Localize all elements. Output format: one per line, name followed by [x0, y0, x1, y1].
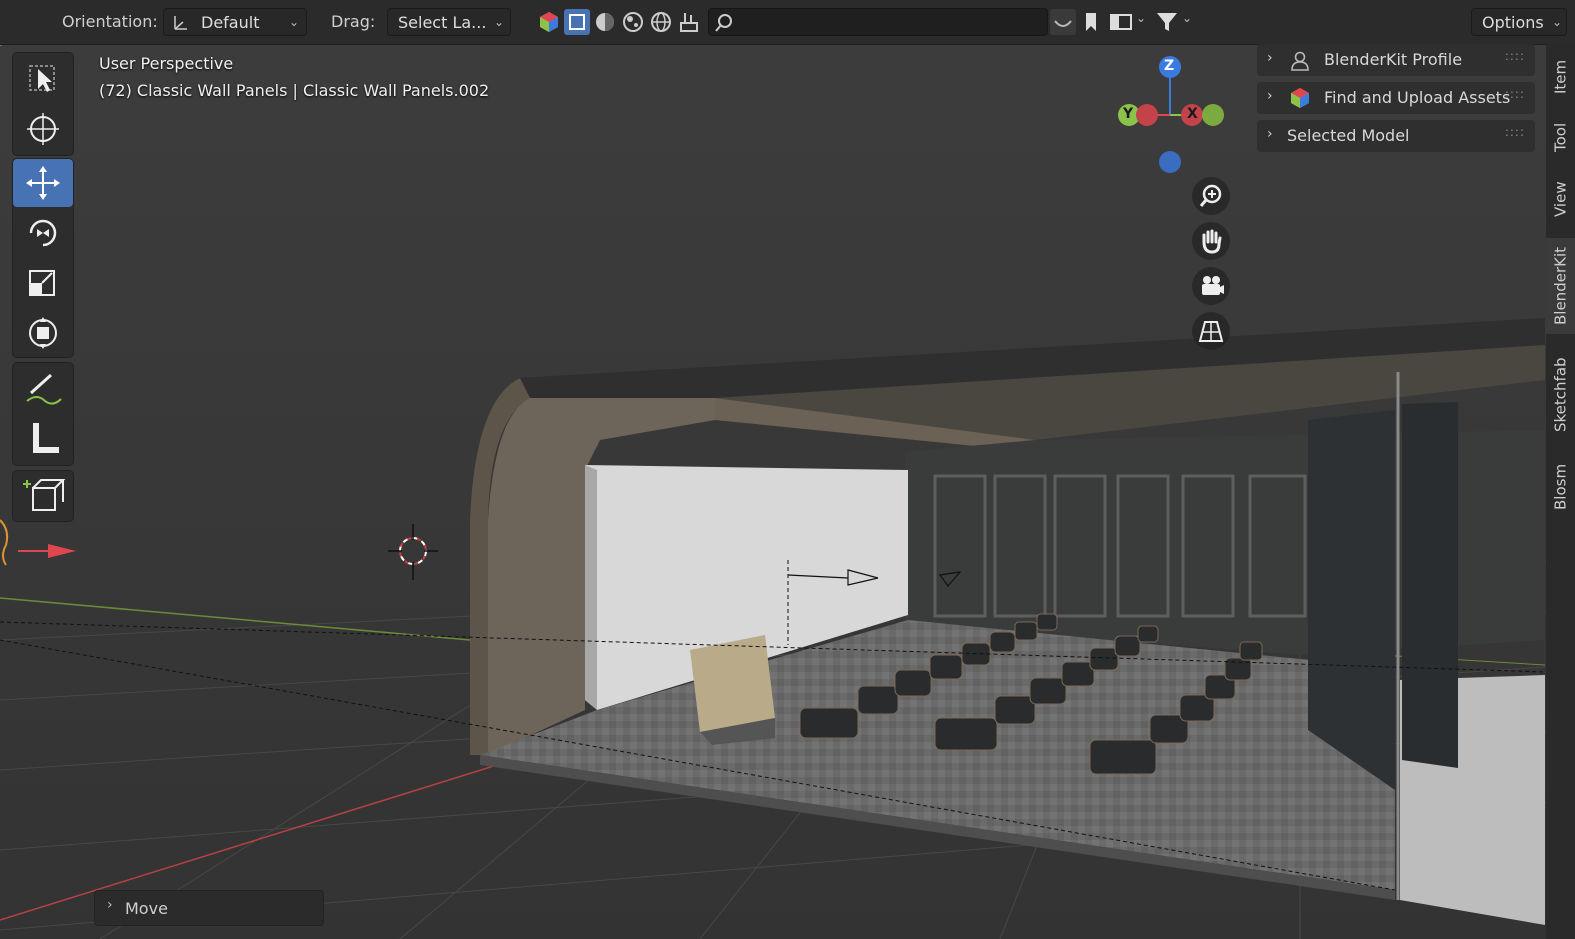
solid-shading-button[interactable] — [592, 9, 618, 35]
object-mode-button[interactable] — [536, 9, 562, 35]
chevron-down-icon: ⌄ — [1182, 11, 1193, 25]
options-label: Options — [1482, 13, 1544, 32]
drag-handle-icon[interactable]: :::: — [1505, 125, 1525, 139]
object-info: (72) Classic Wall Panels | Classic Wall … — [99, 81, 490, 100]
cube-color-icon — [540, 12, 558, 32]
add-cube-icon — [23, 479, 66, 511]
panel-label: Find and Upload Assets — [1324, 88, 1511, 107]
layout-icon — [1110, 14, 1132, 30]
display-mode-button[interactable]: ⌄ — [1108, 9, 1148, 35]
add-cube-tool[interactable] — [13, 472, 73, 520]
rotate-icon — [29, 219, 57, 247]
blender-window: Z Y X Orientation: Default ⌄ Drag: Selec… — [0, 0, 1575, 939]
select-tool[interactable] — [13, 55, 73, 103]
cursor-tool[interactable] — [13, 105, 73, 153]
toolbar-annotate-group — [12, 362, 74, 466]
orientation-value: Default — [201, 13, 260, 32]
chevron-right-icon: › — [1267, 50, 1273, 66]
filter-icon — [1157, 13, 1177, 31]
operator-label: Move — [125, 899, 168, 918]
view-name: User Perspective — [99, 54, 234, 73]
panel-label: BlenderKit Profile — [1324, 50, 1463, 69]
gizmo-z-label[interactable]: Z — [1164, 58, 1174, 74]
drag-handle-icon[interactable]: :::: — [1505, 49, 1525, 63]
chevron-right-icon: › — [1267, 126, 1273, 142]
filter-button[interactable]: ⌄ — [1154, 9, 1194, 35]
pan-button[interactable] — [1192, 222, 1230, 260]
transform-orientation-icon — [174, 16, 187, 30]
curve-icon — [1054, 20, 1072, 27]
chevron-right-icon: › — [107, 897, 113, 913]
tab-blenderkit[interactable]: BlenderKit — [1546, 238, 1575, 334]
drag-label: Drag: — [331, 12, 376, 31]
tab-blosm[interactable]: Blosm — [1546, 454, 1575, 520]
drag-value: Select La... — [398, 13, 487, 32]
panel-blenderkit-profile[interactable]: › BlenderKit Profile :::: — [1257, 44, 1535, 76]
toolbar-transform-group — [12, 158, 74, 358]
transform-tool[interactable] — [13, 309, 73, 357]
drag-handle-icon[interactable]: :::: — [1505, 87, 1525, 101]
sidebar-tabs: Item Tool View BlenderKit Sketchfab Blos… — [1546, 44, 1575, 939]
chevron-down-icon: ⌄ — [494, 15, 505, 29]
camera-icon — [1202, 276, 1224, 295]
panel-label: Selected Model — [1287, 126, 1410, 145]
sphere-icon — [596, 13, 614, 31]
material-sphere-icon — [623, 12, 643, 32]
panel-selected-model[interactable]: › Selected Model :::: — [1257, 120, 1535, 152]
render-shading-button[interactable] — [648, 9, 674, 35]
material-shading-button[interactable] — [620, 9, 646, 35]
ruler-icon — [33, 423, 59, 453]
tab-sketchfab[interactable]: Sketchfab — [1546, 346, 1575, 444]
scale-tool[interactable] — [13, 259, 73, 307]
panel-find-upload-assets[interactable]: › Find and Upload Assets :::: — [1257, 82, 1535, 114]
chevron-down-icon: ⌄ — [1552, 15, 1563, 29]
world-sphere-icon — [651, 12, 671, 32]
measure-tool[interactable] — [13, 415, 73, 463]
toolbar-add-group — [12, 470, 74, 522]
search-field[interactable] — [708, 8, 1048, 36]
search-icon — [715, 14, 732, 32]
bookmark-icon — [1086, 13, 1096, 31]
gizmo-y-label[interactable]: Y — [1123, 106, 1133, 122]
toolbar-select-group — [12, 52, 74, 156]
chevron-down-icon: ⌄ — [289, 15, 300, 29]
zoom-icon — [1199, 184, 1222, 207]
orientation-label: Orientation: — [62, 12, 158, 31]
blenderkit-logo-icon — [1291, 88, 1309, 108]
orientation-dropdown[interactable]: Default ⌄ — [163, 8, 307, 36]
bookmark-button[interactable] — [1078, 9, 1104, 35]
camera-view-button[interactable] — [1192, 267, 1230, 305]
move-arrows-icon — [26, 166, 60, 200]
user-icon — [1291, 51, 1309, 71]
last-operator-panel[interactable]: › Move — [94, 890, 324, 926]
move-tool[interactable] — [13, 159, 73, 207]
chevron-down-icon: ⌄ — [1136, 11, 1147, 25]
hand-icon — [1202, 229, 1222, 254]
zoom-button[interactable] — [1192, 177, 1230, 215]
rotate-tool[interactable] — [13, 209, 73, 257]
options-dropdown[interactable]: Options ⌄ — [1471, 8, 1567, 36]
viewport-header: Orientation: Default ⌄ Drag: Select La..… — [0, 0, 1575, 45]
crosshair-icon — [27, 113, 59, 145]
scale-icon — [29, 270, 55, 296]
perspective-toggle-button[interactable] — [1192, 312, 1230, 350]
drag-dropdown[interactable]: Select La... ⌄ — [387, 8, 511, 36]
cursor-select-icon — [29, 65, 55, 92]
tab-tool[interactable]: Tool — [1546, 110, 1575, 164]
select-box-icon — [569, 14, 585, 30]
chevron-right-icon: › — [1267, 88, 1273, 104]
pencil-icon — [26, 373, 62, 405]
overlay-icon — [680, 13, 698, 32]
overlay-button[interactable] — [676, 9, 702, 35]
search-options-button[interactable] — [1050, 9, 1076, 35]
annotate-tool[interactable] — [13, 365, 73, 413]
grid-perspective-icon — [1198, 321, 1224, 342]
gizmo-x-label[interactable]: X — [1187, 106, 1198, 122]
transform-icon — [29, 317, 57, 349]
select-box-button[interactable] — [564, 9, 590, 35]
tab-item[interactable]: Item — [1546, 50, 1575, 104]
tab-view[interactable]: View — [1546, 172, 1575, 226]
